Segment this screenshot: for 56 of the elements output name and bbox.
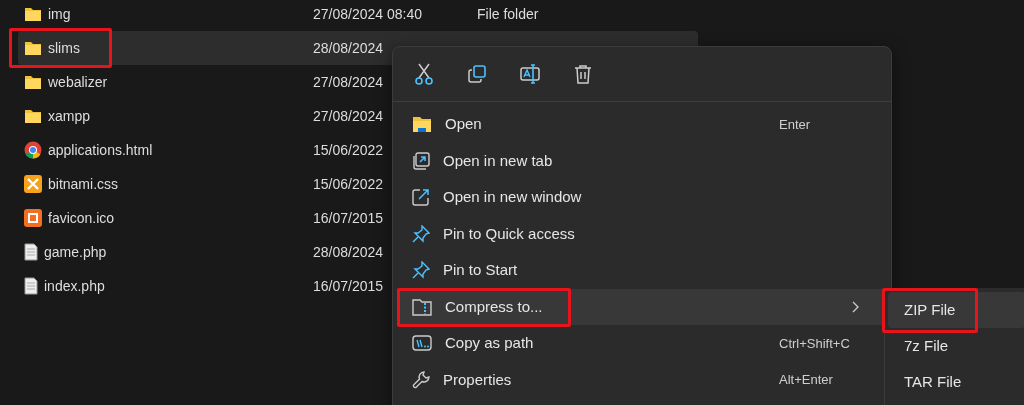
submenu-item[interactable]: ZIP File [888,292,1024,328]
rename-icon [520,64,540,84]
date-modified: 27/08/2024 08:40 [313,5,422,22]
wrench-icon [412,370,430,389]
file-name: xampp [48,106,91,126]
file-name: favicon.ico [48,208,115,228]
date-modified: 28/08/2024 [313,243,384,260]
folder-icon [24,40,42,56]
shortcut-text: Alt+Enter [779,371,834,389]
submenu-item[interactable]: 7z File [888,328,1024,364]
menu-item[interactable]: Pin to Quick access [397,215,885,252]
date-modified: 16/07/2015 [313,209,384,226]
file-name: game.php [44,242,107,262]
menu-item[interactable]: Copy as path Ctrl+Shift+C [397,325,885,362]
menu-item[interactable]: Open in new tab [397,142,885,179]
submenu-item[interactable]: TAR File [888,364,1024,400]
logo-icon [24,209,42,227]
tools-icon [24,175,42,193]
folder-icon [24,74,42,90]
path-icon [412,334,432,353]
date-modified: 15/06/2022 [313,175,384,192]
date-modified: 27/08/2024 [313,73,384,90]
folder-icon [24,108,42,124]
external-link-icon [412,188,430,207]
menu-item[interactable]: Open Enter [397,106,885,143]
copy-icon [468,65,486,83]
file-name: index.php [44,276,105,296]
folder-icon [412,115,432,134]
scissors-icon [414,63,434,85]
shortcut-text: Enter [779,115,812,134]
document-icon [24,243,38,261]
date-modified: 15/06/2022 [313,141,384,158]
file-name: img [48,4,71,24]
folder-icon [24,6,42,22]
document-icon [24,277,38,295]
file-row[interactable]: img 27/08/2024 08:40 File folder [18,0,698,31]
new-tab-icon [412,151,430,170]
shortcut-text: Ctrl+Shift+C [779,334,851,353]
file-type: File folder [477,5,539,22]
menu-item[interactable]: Compress to... [397,288,885,325]
pin-icon [412,224,430,243]
file-name: webalizer [48,72,108,92]
zip-folder-icon [412,297,432,316]
file-name: bitnami.css [48,174,119,194]
file-name: slims [48,38,80,58]
date-modified: 28/08/2024 [313,39,384,56]
file-row[interactable]: webalizer 27/08/2024 [18,65,698,99]
pin-icon [412,261,430,280]
trash-icon [574,64,592,84]
browser-icon [24,141,42,159]
menu-item[interactable]: Properties Alt+Enter [397,361,885,398]
date-modified: 27/08/2024 [313,107,384,124]
menu-item[interactable]: Pin to Start [397,252,885,289]
date-modified: 16/07/2015 [313,277,384,294]
file-name: applications.html [48,140,153,160]
menu-item[interactable]: Open in new window [397,179,885,216]
